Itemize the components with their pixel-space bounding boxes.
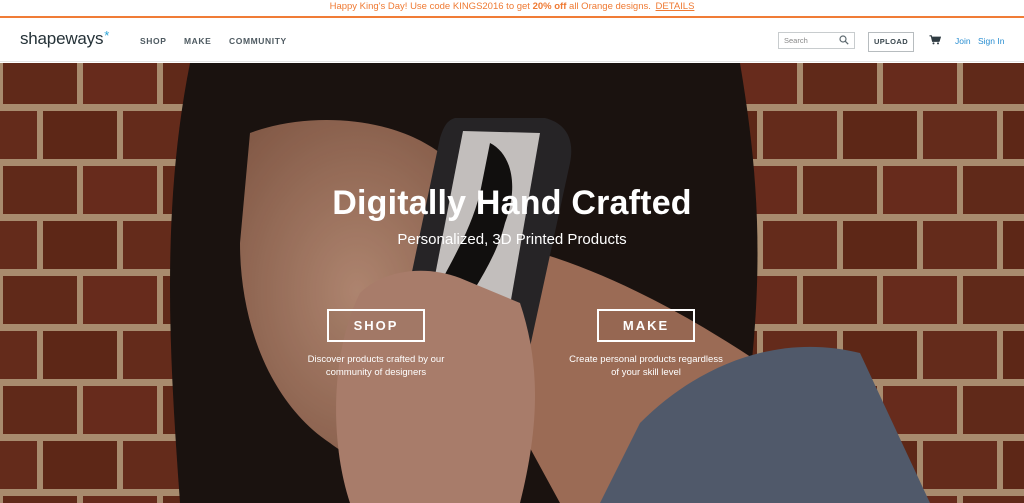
cart-icon[interactable] — [929, 35, 941, 45]
promo-text: Happy King's Day! Use code KINGS2016 to … — [329, 1, 533, 12]
make-description: Create personal products regardless of y… — [546, 353, 746, 379]
make-desc-line1: Create personal products regardless — [569, 354, 723, 365]
hero-section: Digitally Hand Crafted Personalized, 3D … — [0, 63, 1024, 503]
sign-in-link[interactable]: Sign In — [978, 36, 1004, 46]
search-input[interactable]: Search — [778, 32, 855, 49]
logo[interactable]: shapeways* — [20, 28, 110, 49]
shop-button[interactable]: SHOP — [327, 309, 425, 342]
upload-button[interactable]: UPLOAD — [868, 32, 914, 52]
join-link[interactable]: Join — [955, 36, 971, 46]
promo-highlight: 20% off — [532, 1, 567, 12]
make-button[interactable]: MAKE — [597, 309, 695, 342]
nav-make[interactable]: MAKE — [184, 36, 211, 46]
shop-description: Discover products crafted by our communi… — [276, 353, 476, 379]
promo-details-link[interactable]: DETAILS — [656, 1, 695, 12]
search-placeholder: Search — [784, 36, 808, 45]
nav-shop[interactable]: SHOP — [140, 36, 167, 46]
logo-mark: * — [104, 28, 110, 43]
hero-title: Digitally Hand Crafted — [332, 184, 692, 222]
hero-overlay — [0, 63, 1024, 503]
shop-desc-line1: Discover products crafted by our — [307, 354, 445, 365]
nav-community[interactable]: COMMUNITY — [229, 36, 287, 46]
site-header: shapeways* SHOP MAKE COMMUNITY Search UP… — [0, 18, 1024, 62]
search-icon[interactable] — [839, 35, 849, 45]
promo-banner: Happy King's Day! Use code KINGS2016 to … — [0, 0, 1024, 18]
hero-subtitle: Personalized, 3D Printed Products — [397, 231, 627, 248]
logo-text: shapeways — [20, 29, 104, 48]
make-desc-line2: of your skill level — [611, 367, 681, 378]
promo-text-end: all Orange designs. — [566, 1, 651, 12]
shop-desc-line2: community of designers — [325, 367, 427, 378]
